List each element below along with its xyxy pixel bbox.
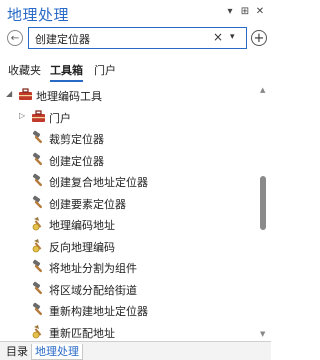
bottom-tab-geoprocessing[interactable]: 地理处理 bbox=[31, 344, 83, 360]
plus-icon: + bbox=[253, 30, 265, 46]
tool-item[interactable]: 重新构建地址定位器 bbox=[0, 299, 256, 321]
hammer-icon bbox=[31, 281, 46, 296]
tab-portal[interactable]: 门户 bbox=[94, 62, 116, 78]
collapse-arrow-icon[interactable]: ◢ bbox=[6, 89, 12, 98]
tab-toolboxes[interactable]: 工具箱 bbox=[50, 62, 83, 82]
tree-item-label: 重新匹配地址 bbox=[49, 326, 115, 340]
back-button[interactable]: ← bbox=[7, 30, 23, 46]
tool-item[interactable]: 反向地理编码 bbox=[0, 235, 256, 257]
tool-item[interactable]: 裁剪定位器 bbox=[0, 127, 256, 149]
tree-item-label: 门户 bbox=[49, 111, 71, 125]
auto-hide-pin-button[interactable]: ⊞ bbox=[239, 6, 251, 18]
tree-item-label: 重新构建地址定位器 bbox=[49, 305, 148, 318]
geocode-icon bbox=[31, 238, 46, 253]
search-input[interactable]: 创建定位器 bbox=[35, 31, 90, 47]
close-pane-button[interactable]: ✕ bbox=[254, 6, 266, 18]
tool-item[interactable]: 将区域分配给街道 bbox=[0, 278, 256, 300]
search-options-dropdown-icon[interactable]: ▾ bbox=[230, 32, 235, 42]
hammer-icon bbox=[31, 259, 46, 274]
geocode-icon bbox=[31, 216, 46, 231]
pane-title: 地理处理 bbox=[7, 6, 70, 24]
tool-item[interactable]: 创建复合地址定位器 bbox=[0, 170, 256, 192]
geoprocessing-tabs: 收藏夹 工具箱 门户 bbox=[0, 58, 271, 82]
scroll-up-arrow-icon[interactable]: ▲ bbox=[260, 86, 265, 94]
pane-title-bar: 地理处理 ▾ ⊞ ✕ bbox=[0, 0, 271, 26]
tree-item-label: 创建要素定位器 bbox=[49, 197, 126, 211]
toolbox-tree: ◢ 地理编码工具 ▷ 门户 裁剪定位器 创建定位器 创建复合地址定位器 创建要素定位器 地理编码… bbox=[0, 84, 256, 340]
tree-item-label: 将地址分割为组件 bbox=[49, 262, 137, 275]
hammer-icon bbox=[31, 152, 46, 167]
tool-item[interactable]: 创建定位器 bbox=[0, 149, 256, 171]
hammer-icon bbox=[31, 130, 46, 145]
toolbox-item[interactable]: ▷ 门户 bbox=[0, 106, 256, 128]
toolbox-item[interactable]: ◢ 地理编码工具 bbox=[0, 84, 256, 106]
tool-item[interactable]: 重新匹配地址 bbox=[0, 321, 256, 341]
hammer-icon bbox=[31, 302, 46, 317]
tab-favorites[interactable]: 收藏夹 bbox=[8, 62, 41, 78]
toolbox-icon bbox=[31, 109, 46, 124]
back-arrow-icon: ← bbox=[10, 32, 20, 44]
toolbox-icon bbox=[18, 87, 33, 102]
tool-item[interactable]: 将地址分割为组件 bbox=[0, 256, 256, 278]
add-button[interactable]: + bbox=[251, 30, 267, 46]
hammer-icon bbox=[31, 173, 46, 188]
tree-item-label: 反向地理编码 bbox=[49, 240, 115, 254]
tool-item[interactable]: 地理编码地址 bbox=[0, 213, 256, 235]
clear-search-icon[interactable]: × bbox=[213, 30, 223, 44]
tool-item[interactable]: 创建要素定位器 bbox=[0, 192, 256, 214]
options-menu-button[interactable]: ▾ bbox=[224, 6, 236, 18]
scrollbar-thumb[interactable] bbox=[260, 176, 266, 230]
tree-item-label: 将区域分配给街道 bbox=[49, 283, 137, 297]
tree-item-label: 地理编码工具 bbox=[36, 90, 102, 103]
hammer-icon bbox=[31, 195, 46, 210]
bottom-tab-catalog[interactable]: 目录 bbox=[3, 344, 31, 360]
tree-scrollbar[interactable]: ▲ ▼ bbox=[256, 84, 271, 341]
expand-arrow-icon[interactable]: ▷ bbox=[19, 111, 25, 120]
search-box[interactable]: 创建定位器 × ▾ bbox=[28, 27, 247, 49]
tree-item-label: 地理编码地址 bbox=[49, 219, 115, 232]
tree-item-label: 创建定位器 bbox=[49, 154, 104, 168]
tree-item-label: 裁剪定位器 bbox=[49, 133, 104, 146]
tree-item-label: 创建复合地址定位器 bbox=[49, 176, 148, 189]
geocode-icon bbox=[31, 324, 46, 339]
scroll-down-arrow-icon[interactable]: ▼ bbox=[260, 330, 265, 338]
bottom-pane-tabs: 目录 地理处理 bbox=[0, 341, 271, 360]
